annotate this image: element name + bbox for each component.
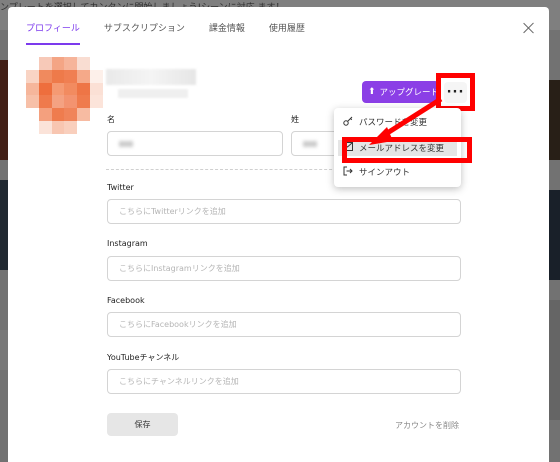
first-name-field[interactable] bbox=[107, 131, 283, 156]
user-email-redacted bbox=[118, 89, 188, 98]
profile-modal: プロフィール サブスクリプション 課金情報 使用履歴 ⬆ アップグレード ···… bbox=[8, 7, 549, 462]
sign-out-icon bbox=[342, 166, 353, 179]
first-name-label: 名 bbox=[107, 115, 115, 124]
menu-item-label: サインアウト bbox=[359, 168, 411, 178]
instagram-label: Instagram bbox=[107, 239, 148, 248]
more-button-highlight: ··· bbox=[436, 73, 475, 111]
menu-item-sign-out[interactable]: サインアウト bbox=[342, 164, 410, 180]
ellipsis-icon: ··· bbox=[446, 85, 465, 100]
avatar[interactable] bbox=[26, 57, 103, 134]
menu-item-change-password[interactable]: パスワードを変更 bbox=[342, 114, 427, 130]
divider bbox=[106, 169, 342, 170]
tab-bar: プロフィール サブスクリプション 課金情報 使用履歴 bbox=[26, 21, 329, 45]
tab-profile[interactable]: プロフィール bbox=[26, 21, 80, 45]
instagram-field[interactable]: こちらにInstagramリンクを追加 bbox=[107, 256, 461, 281]
more-options-button[interactable]: ··· bbox=[444, 82, 467, 103]
tab-subscription[interactable]: サブスクリプション bbox=[104, 21, 185, 45]
tab-usage-history[interactable]: 使用履歴 bbox=[269, 21, 305, 45]
redacted-value bbox=[119, 140, 133, 147]
twitter-label: Twitter bbox=[107, 183, 134, 192]
tab-billing[interactable]: 課金情報 bbox=[209, 21, 245, 45]
menu-item-label: パスワードを変更 bbox=[359, 118, 428, 128]
youtube-field[interactable]: こちらにチャンネルリンクを追加 bbox=[107, 369, 461, 394]
upgrade-label: アップグレード bbox=[379, 88, 440, 98]
user-name-redacted bbox=[106, 69, 196, 85]
facebook-field[interactable]: こちらにFacebookリンクを追加 bbox=[107, 312, 461, 337]
redacted-value bbox=[303, 140, 317, 147]
youtube-label: YouTubeチャンネル bbox=[107, 353, 180, 362]
arrow-up-icon: ⬆ bbox=[368, 87, 376, 97]
key-icon bbox=[342, 116, 353, 129]
change-email-highlight bbox=[342, 137, 472, 163]
facebook-label: Facebook bbox=[107, 296, 145, 305]
close-icon[interactable] bbox=[523, 22, 535, 34]
delete-account-link[interactable]: アカウントを削除 bbox=[395, 420, 459, 431]
upgrade-button[interactable]: ⬆ アップグレード bbox=[362, 81, 439, 103]
last-name-label: 姓 bbox=[291, 115, 299, 124]
twitter-field[interactable]: こちらにTwitterリンクを追加 bbox=[107, 199, 461, 224]
save-button[interactable]: 保存 bbox=[107, 413, 178, 436]
